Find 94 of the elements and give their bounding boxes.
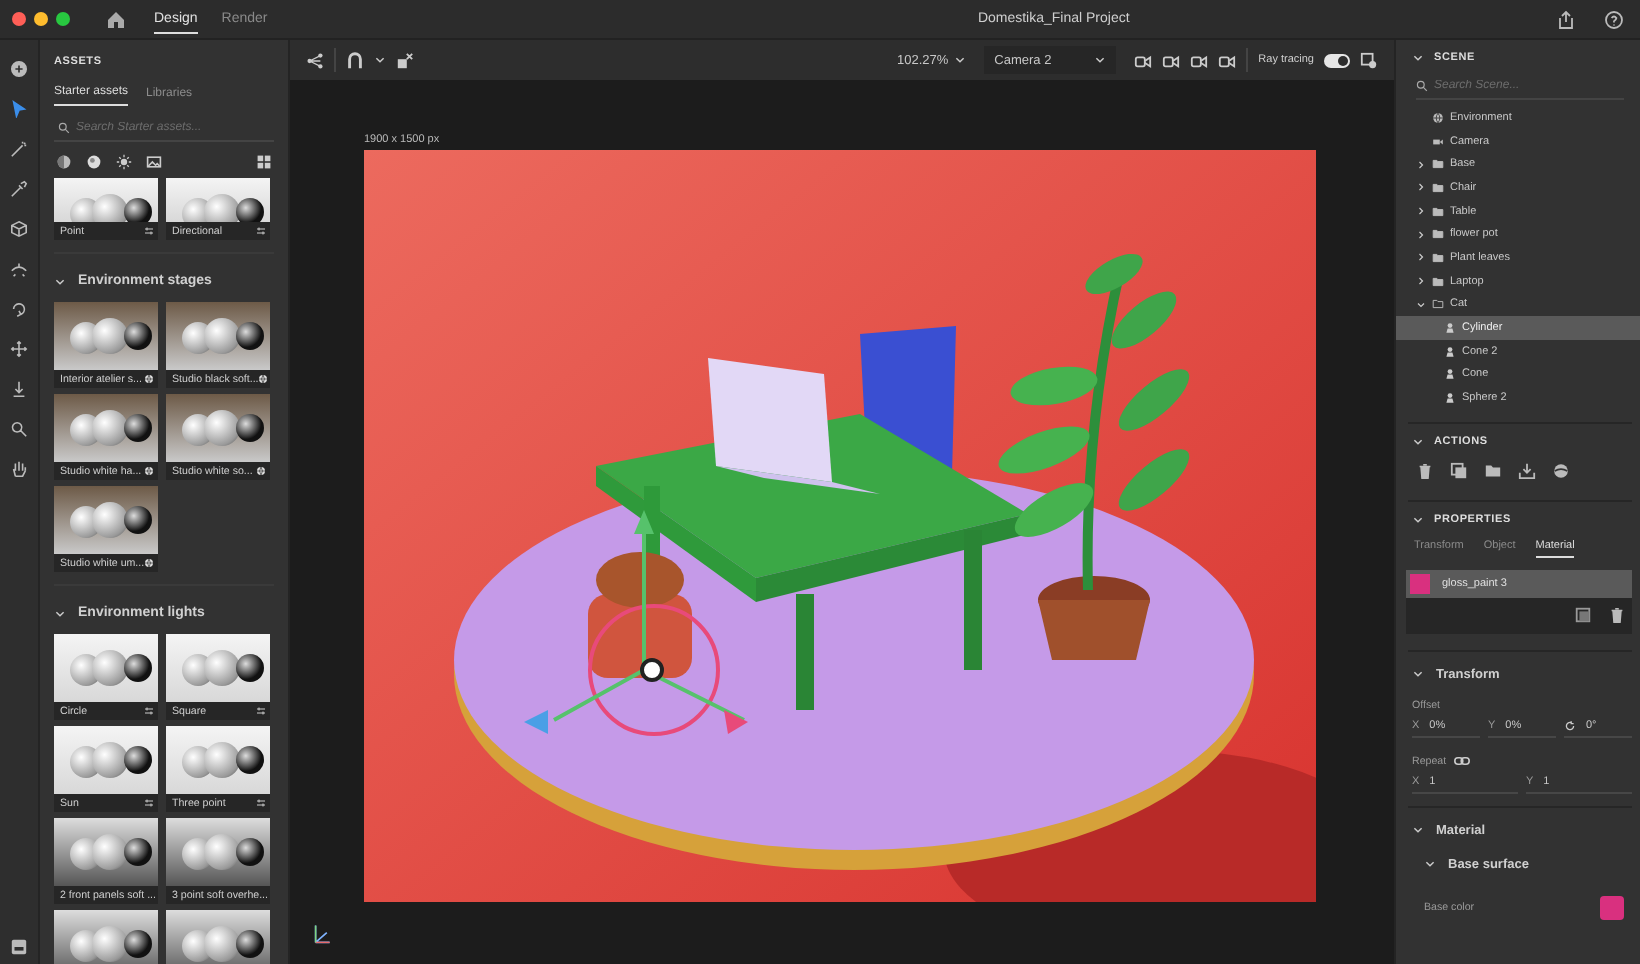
camera-action-icon[interactable] [1134, 51, 1153, 69]
camera-action-icon[interactable] [1190, 51, 1209, 69]
thumbnail-image[interactable] [54, 818, 158, 886]
sphere-icon[interactable] [86, 154, 102, 170]
thumbnail-image[interactable] [54, 394, 158, 462]
light-icon [144, 798, 154, 808]
chevron-icon[interactable] [54, 607, 66, 619]
thumbnail-image[interactable] [54, 634, 158, 702]
chevron-icon[interactable] [1416, 159, 1426, 170]
rotate-tool-icon[interactable] [10, 299, 28, 317]
globe-icon [256, 466, 266, 476]
maximize-icon[interactable] [56, 12, 70, 26]
thumbnail-image[interactable] [54, 726, 158, 794]
trash-icon[interactable] [1608, 605, 1626, 624]
chevron-icon[interactable] [54, 275, 66, 287]
light-icon [256, 798, 266, 808]
panel-toggle-icon[interactable] [10, 938, 28, 956]
download-icon[interactable] [1518, 461, 1536, 480]
duplicate-icon[interactable] [1450, 461, 1468, 480]
thumbnail-image[interactable] [166, 394, 270, 462]
thumbnail-image[interactable] [54, 302, 158, 370]
rotate-icon [1564, 719, 1576, 732]
hand-tool-icon[interactable] [10, 459, 28, 477]
camera-action-icon[interactable] [1218, 51, 1237, 69]
copy-icon[interactable] [1574, 605, 1592, 624]
cube-tool-icon[interactable] [10, 219, 28, 237]
thumbnail-image[interactable] [166, 178, 270, 222]
select-tool-icon[interactable] [10, 99, 28, 117]
zoom-tool-icon[interactable] [10, 419, 28, 437]
light-icon [256, 226, 266, 236]
minimize-icon[interactable] [34, 12, 48, 26]
caret-icon [1094, 54, 1107, 66]
caret-icon[interactable] [374, 54, 386, 66]
material-icon[interactable] [56, 154, 72, 170]
thumbnail-image[interactable] [166, 818, 270, 886]
move-tool-icon[interactable] [10, 339, 28, 357]
chevron-icon[interactable] [1412, 435, 1424, 448]
chevron-icon[interactable] [1412, 668, 1424, 681]
caret-icon [954, 54, 967, 66]
thumbnail-image[interactable] [54, 178, 158, 222]
help-icon[interactable] [1604, 9, 1624, 29]
chevron-icon[interactable] [1416, 252, 1426, 263]
nodes-icon[interactable] [306, 51, 324, 69]
chevron-icon[interactable] [1424, 858, 1436, 871]
chevron-icon[interactable] [1416, 276, 1426, 287]
camera-action-icon[interactable] [1162, 51, 1181, 69]
scene-render-drawing[interactable] [364, 150, 1316, 902]
object-icon [1444, 322, 1456, 335]
thumbnail-image[interactable] [166, 302, 270, 370]
drop-to-ground-icon[interactable] [396, 51, 414, 69]
grid-view-icon[interactable] [256, 154, 272, 170]
sun-icon[interactable] [116, 154, 132, 170]
add-tool-icon[interactable] [10, 59, 28, 77]
folder-icon[interactable] [1484, 461, 1502, 480]
sphere-icon[interactable] [1552, 461, 1570, 480]
globe-icon [144, 558, 155, 568]
thumbnail-image[interactable] [54, 910, 158, 964]
object-icon [1444, 392, 1456, 405]
chevron-icon[interactable] [1416, 299, 1426, 310]
thumbnail-image[interactable] [54, 486, 158, 554]
ray-tracing-toggle[interactable] [1324, 53, 1350, 67]
thumbnail-image[interactable] [166, 634, 270, 702]
close-icon[interactable] [12, 12, 26, 26]
wand-tool-icon[interactable] [10, 139, 28, 157]
share-icon[interactable] [1556, 9, 1576, 29]
link-icon[interactable] [1454, 756, 1471, 767]
globe-icon [144, 374, 154, 384]
chevron-icon[interactable] [1412, 52, 1424, 64]
trash-icon[interactable] [1416, 461, 1434, 480]
chevron-icon[interactable] [1412, 513, 1424, 526]
light-icon [256, 706, 266, 716]
thumbnail-image[interactable] [166, 726, 270, 794]
color-swatch[interactable] [1600, 895, 1624, 920]
magnet-icon[interactable] [346, 51, 364, 69]
dropper-tool-icon[interactable] [10, 179, 28, 197]
chevron-icon[interactable] [1416, 206, 1426, 217]
globe-icon [258, 374, 269, 384]
chevron-icon[interactable] [1412, 824, 1424, 837]
chevron-icon[interactable] [1416, 229, 1426, 240]
drop-tool-icon[interactable] [10, 379, 28, 397]
thumbnail-image[interactable] [166, 910, 270, 964]
orbit-tool-icon[interactable] [10, 259, 28, 277]
light-icon [144, 226, 154, 236]
light-icon [144, 706, 154, 716]
search-icon [58, 122, 70, 134]
chevron-icon[interactable] [1416, 182, 1426, 193]
object-icon [1444, 345, 1456, 358]
image-icon[interactable] [146, 154, 162, 170]
home-icon[interactable] [106, 9, 126, 29]
globe-icon [1432, 111, 1444, 124]
search-icon [1416, 80, 1428, 92]
render-settings-icon[interactable] [1360, 51, 1378, 69]
object-icon [1444, 368, 1456, 381]
globe-icon [144, 466, 154, 476]
